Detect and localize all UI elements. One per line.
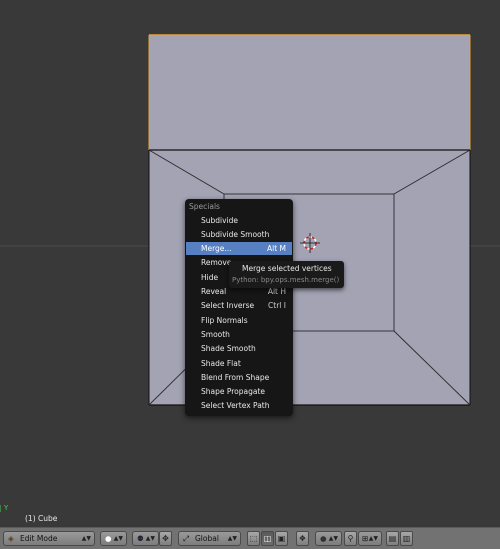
occlude-geometry-icon: ❖ [298, 534, 307, 543]
object-label: (1) Cube [25, 514, 58, 523]
menu-item-label: Flip Normals [201, 315, 248, 325]
edge-select-toggle[interactable]: ◫ [261, 531, 274, 546]
shading-dropdown[interactable]: ● ▲▼ [100, 531, 127, 546]
menu-item-label: Smooth [201, 329, 230, 339]
axis-gizmo: Y [0, 504, 9, 512]
chevron-updown-icon: ▲▼ [81, 535, 91, 542]
mode-dropdown[interactable]: ◈ Edit Mode ▲▼ [3, 531, 95, 546]
menu-item-label: Subdivide [201, 215, 239, 225]
menu-item-label: Shape Propagate [201, 387, 266, 397]
menu-title: Specials [189, 202, 220, 211]
camera-button[interactable]: ▥ [400, 531, 413, 546]
menu-item-label: Shade Smooth [201, 344, 256, 354]
menu-item[interactable]: Subdivide Smooth [186, 228, 292, 241]
falloff-icon: ⊞ [362, 534, 369, 543]
snap-element-dropdown[interactable]: ⊞ ▲▼ [358, 531, 382, 546]
vertex-select-icon: ⬚ [249, 534, 258, 543]
tooltip: Merge selected vertices Python: bpy.ops.… [229, 261, 344, 288]
shading-sphere-icon: ● [105, 534, 112, 543]
menu-item-label: Hide [201, 272, 219, 282]
chevron-updown-icon: ▲▼ [113, 535, 123, 542]
menu-item-label: Subdivide Smooth [201, 229, 270, 239]
orientation-label: Global [195, 534, 219, 543]
menu-item[interactable]: Shade Smooth [186, 342, 292, 355]
menu-item[interactable]: Select Vertex Path [186, 399, 292, 412]
face-select-icon: ▣ [277, 534, 286, 543]
specials-menu: Specials Subdivide Subdivide Smooth Merge.… [185, 199, 293, 416]
proportional-edit-dropdown[interactable]: ● ▲▼ [315, 531, 342, 546]
viewport-header: ◈ Edit Mode ▲▼ ● ▲▼ ⚉ ▲▼ ✥ ⤢ Global ▲▼ ⬚… [0, 527, 500, 549]
manipulator-icon: ✥ [162, 534, 169, 543]
pivot-icon: ⚉ [137, 534, 144, 543]
menu-item[interactable]: Subdivide [186, 214, 292, 227]
tooltip-python: Python: bpy.ops.mesh.merge() [232, 276, 340, 284]
menu-item[interactable]: Select Inverse Ctrl I [186, 299, 292, 312]
menu-item-shortcut: Alt M [266, 244, 286, 254]
pivot-dropdown[interactable]: ⚉ ▲▼ [132, 531, 159, 546]
snap-toggle[interactable]: ⚲ [344, 531, 357, 546]
menu-item-label: Merge... [201, 244, 232, 254]
mode-label: Edit Mode [20, 534, 58, 543]
occlude-toggle[interactable]: ❖ [296, 531, 309, 546]
menu-item-label: Select Vertex Path [201, 401, 270, 411]
orientation-dropdown[interactable]: ⤢ Global ▲▼ [178, 531, 241, 546]
snap-icon: ⚲ [347, 534, 354, 543]
vertex-select-toggle[interactable]: ⬚ [247, 531, 260, 546]
camera-icon: ▥ [402, 534, 411, 543]
3d-viewport[interactable]: Y Specials Subdivide Subdivide Smooth Merg… [0, 0, 500, 527]
menu-item-label: Reveal [201, 287, 227, 296]
manipulator-toggle[interactable]: ✥ [159, 531, 172, 546]
mode-icon: ◈ [8, 534, 14, 543]
orientation-icon: ⤢ [183, 534, 189, 543]
face-select-toggle[interactable]: ▣ [275, 531, 288, 546]
menu-item-label: Shade Flat [201, 358, 241, 368]
tooltip-title: Merge selected vertices [242, 264, 332, 273]
chevron-updown-icon: ▲▼ [328, 535, 338, 542]
menu-item-label: Remove [201, 258, 232, 268]
menu-item[interactable]: Blend From Shape [186, 371, 292, 384]
edge-select-icon: ◫ [263, 534, 272, 543]
chevron-updown-icon: ▲▼ [145, 535, 155, 542]
menu-item[interactable]: Flip Normals [186, 314, 292, 327]
render-icon: ▤ [388, 534, 397, 543]
chevron-updown-icon: ▲▼ [227, 535, 237, 542]
menu-item[interactable]: Shade Flat [186, 357, 292, 370]
chevron-updown-icon: ▲▼ [368, 535, 378, 542]
axis-y-label: Y [3, 504, 9, 512]
menu-item-label: Select Inverse [201, 301, 255, 311]
menu-item[interactable]: Smooth [186, 328, 292, 341]
menu-item[interactable]: Shape Propagate [186, 385, 292, 398]
menu-item-label: Blend From Shape [201, 372, 270, 382]
render-button[interactable]: ▤ [386, 531, 399, 546]
proportional-edit-icon: ● [320, 534, 327, 543]
menu-item-shortcut: Ctrl I [268, 301, 286, 311]
menu-item[interactable]: Merge... Alt M [186, 242, 292, 256]
